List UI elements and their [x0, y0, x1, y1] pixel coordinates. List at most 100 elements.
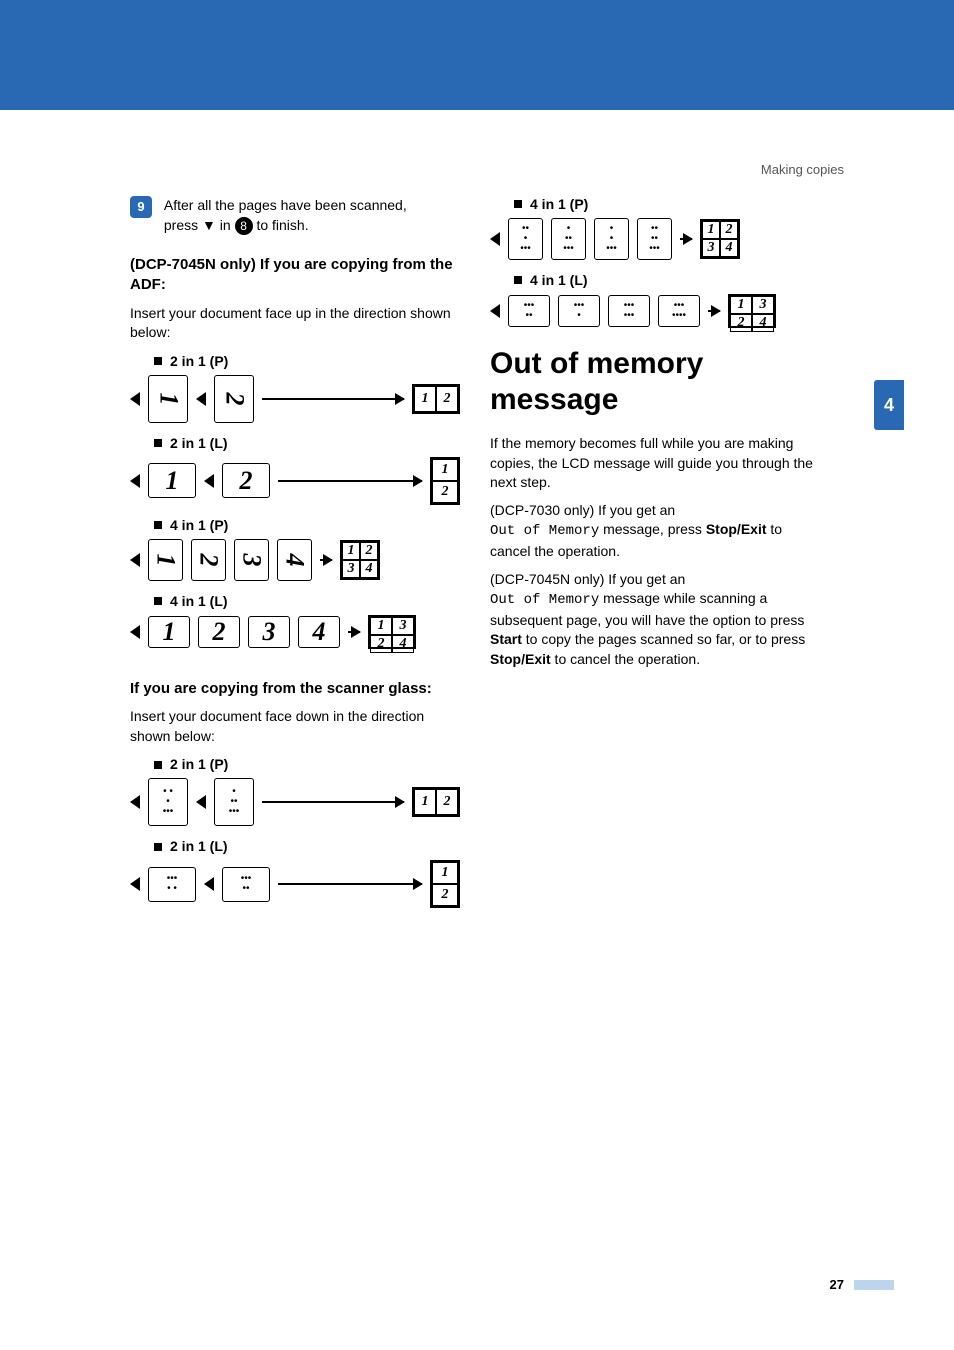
- page-card: ••••••: [551, 218, 586, 260]
- lcd-message: Out of Memory: [490, 523, 599, 539]
- feed-arrow-icon: [130, 474, 140, 488]
- label-4in1l-glass: 4 in 1 (L): [514, 272, 820, 288]
- result-layout: 1 3 2 4: [728, 294, 776, 328]
- left-column: 9 After all the pages have been scanned,…: [130, 196, 460, 920]
- result-layout: 1 2 3 4: [340, 540, 380, 580]
- feed-arrow-icon: [130, 392, 140, 406]
- bullet-icon: [154, 439, 162, 447]
- page-card: 4: [298, 616, 340, 648]
- arrow-line-icon: [278, 480, 422, 482]
- step-number-badge: 9: [130, 196, 152, 218]
- step-reference-circle: 8: [235, 217, 253, 235]
- page-card: 1: [148, 375, 188, 423]
- page-card: 3: [234, 539, 269, 581]
- result-layout: 1 3 2 4: [368, 615, 416, 649]
- page-card: 4: [277, 539, 312, 581]
- page-accent-bar: [854, 1280, 894, 1290]
- page-card: 2: [214, 375, 254, 423]
- page-card: ••••: [558, 295, 600, 327]
- out-of-memory-heading: Out of memory message: [490, 346, 820, 418]
- bullet-icon: [154, 761, 162, 769]
- feed-arrow-icon: [196, 795, 206, 809]
- arrow-line-icon: [708, 310, 720, 312]
- page-card: ••••••: [214, 778, 254, 826]
- page-card: •••••: [508, 295, 550, 327]
- diagram-2in1l-adf: 1 2 1 2: [130, 457, 460, 505]
- page-card: 1: [148, 539, 183, 581]
- arrow-line-icon: [680, 238, 692, 240]
- facedown-dots-icon: ••••••: [229, 787, 240, 817]
- oom-para2: (DCP-7030 only) If you get an Out of Mem…: [490, 501, 820, 562]
- page-card: • •••••: [148, 778, 188, 826]
- page-card: •••••••: [658, 295, 700, 327]
- label-4in1p-adf: 4 in 1 (P): [154, 517, 460, 533]
- page-card: •••• •: [148, 867, 196, 902]
- page-card: 1: [148, 463, 196, 498]
- label-2in1l-adf: 2 in 1 (L): [154, 435, 460, 451]
- feed-arrow-icon: [130, 795, 140, 809]
- step-row: 9 After all the pages have been scanned,…: [130, 196, 460, 235]
- page-card: 2: [191, 539, 226, 581]
- page-card: 2: [198, 616, 240, 648]
- feed-arrow-icon: [490, 232, 500, 246]
- label-4in1l-adf: 4 in 1 (L): [154, 593, 460, 609]
- arrow-line-icon: [348, 631, 360, 633]
- label-2in1p-glass: 2 in 1 (P): [154, 756, 460, 772]
- facedown-dots-icon: ••••••: [520, 224, 531, 254]
- facedown-dots-icon: • •••••: [163, 787, 174, 817]
- feed-arrow-icon: [130, 625, 140, 639]
- chapter-tab: 4: [874, 380, 904, 430]
- facedown-dots-icon: •••• •: [167, 874, 178, 894]
- result-layout: 1 2: [430, 860, 460, 908]
- page-card: •••••: [222, 867, 270, 902]
- arrow-line-icon: [262, 801, 404, 803]
- feed-arrow-icon: [196, 392, 206, 406]
- glass-intro-text: Insert your document face down in the di…: [130, 707, 460, 746]
- page-card: •••••••: [637, 218, 672, 260]
- label-4in1p-glass: 4 in 1 (P): [514, 196, 820, 212]
- result-layout: 1 2: [412, 384, 460, 414]
- facedown-dots-icon: ••••••: [624, 301, 635, 321]
- page-card: •••••: [594, 218, 629, 260]
- diagram-4in1l-glass: ••••• •••• •••••• ••••••• 1 3 2 4: [490, 294, 820, 328]
- diagram-4in1p-glass: •••••• •••••• ••••• ••••••• 1 2 3 4: [490, 218, 820, 260]
- bullet-icon: [514, 276, 522, 284]
- result-layout: 1 2: [430, 457, 460, 505]
- right-column: 4 in 1 (P) •••••• •••••• ••••• ••••••• 1…: [490, 196, 820, 678]
- glass-subheading: If you are copying from the scanner glas…: [130, 679, 460, 699]
- header-blue-bar: [0, 0, 954, 110]
- facedown-dots-icon: ••••••: [563, 224, 574, 254]
- facedown-dots-icon: •••••: [606, 224, 617, 254]
- label-2in1p-adf: 2 in 1 (P): [154, 353, 460, 369]
- diagram-2in1l-glass: •••• • ••••• 1 2: [130, 860, 460, 908]
- result-layout: 1 2: [412, 787, 460, 817]
- arrow-line-icon: [320, 559, 332, 561]
- facedown-dots-icon: •••••••: [649, 224, 660, 254]
- page-card: ••••••: [608, 295, 650, 327]
- feed-arrow-icon: [204, 877, 214, 891]
- running-header: Making copies: [761, 162, 844, 177]
- bullet-icon: [154, 843, 162, 851]
- arrow-line-icon: [278, 883, 422, 885]
- facedown-dots-icon: •••••••: [672, 301, 686, 321]
- diagram-4in1l-adf: 1 2 3 4 1 3 2 4: [130, 615, 460, 649]
- feed-arrow-icon: [130, 877, 140, 891]
- feed-arrow-icon: [204, 474, 214, 488]
- facedown-dots-icon: •••••: [524, 301, 535, 321]
- facedown-dots-icon: ••••: [574, 301, 585, 321]
- page-card: 1: [148, 616, 190, 648]
- diagram-2in1p-adf: 1 2 1 2: [130, 375, 460, 423]
- diagram-4in1p-adf: 1 2 3 4 1 2 3 4: [130, 539, 460, 581]
- oom-para3: (DCP-7045N only) If you get an Out of Me…: [490, 570, 820, 670]
- arrow-line-icon: [262, 398, 404, 400]
- page-card: 3: [248, 616, 290, 648]
- facedown-dots-icon: •••••: [241, 874, 252, 894]
- step-text: After all the pages have been scanned, p…: [164, 196, 444, 235]
- page-number: 27: [830, 1277, 844, 1292]
- feed-arrow-icon: [490, 304, 500, 318]
- result-layout: 1 2 3 4: [700, 219, 740, 259]
- bullet-icon: [154, 357, 162, 365]
- oom-para1: If the memory becomes full while you are…: [490, 434, 820, 493]
- page-card: ••••••: [508, 218, 543, 260]
- adf-subheading: (DCP-7045N only) If you are copying from…: [130, 255, 460, 296]
